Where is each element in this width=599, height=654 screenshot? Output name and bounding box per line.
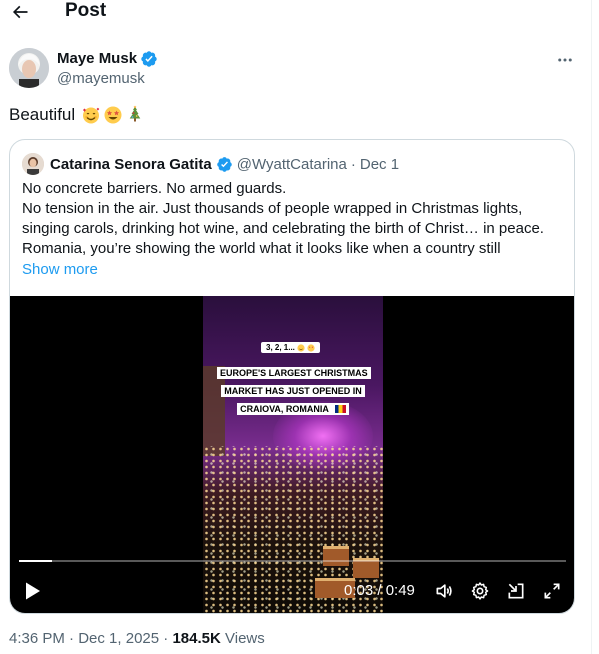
- volume-button[interactable]: [433, 580, 455, 602]
- author-name[interactable]: Maye Musk: [57, 49, 137, 69]
- verified-badge-icon: [141, 51, 157, 67]
- play-button[interactable]: [22, 580, 44, 602]
- countdown-text: 3, 2, 1...: [266, 343, 295, 352]
- post-text-content: Beautiful: [9, 105, 76, 124]
- quoted-text-line: No concrete barriers. No armed guards.: [22, 180, 287, 197]
- video-player[interactable]: 3, 2, 1... EUROPE'S LARGEST CHRISTMAS MA…: [10, 296, 574, 613]
- quoted-post[interactable]: Catarina Senora Gatita @WyattCatarina · …: [9, 139, 575, 614]
- verified-badge-icon: [216, 156, 232, 172]
- views-label: Views: [225, 630, 265, 647]
- market-booth: [323, 546, 349, 566]
- show-more-link[interactable]: Show more: [22, 260, 98, 280]
- settings-button[interactable]: [469, 580, 491, 602]
- column-divider: [591, 0, 592, 654]
- more-options-button[interactable]: [553, 50, 577, 70]
- video-frame: 3, 2, 1... EUROPE'S LARGEST CHRISTMAS MA…: [203, 296, 383, 613]
- video-countdown-sticker: 3, 2, 1...: [261, 342, 320, 353]
- separator-dot: ·: [163, 630, 169, 647]
- video-progress-bar[interactable]: [19, 560, 566, 562]
- video-progress-fill: [19, 560, 52, 562]
- quoted-post-date[interactable]: Dec 1: [360, 156, 399, 173]
- author-handle[interactable]: @mayemusk: [57, 69, 145, 89]
- quoted-post-header: Catarina Senora Gatita @WyattCatarina · …: [22, 153, 399, 175]
- smile-emoji-icon: [297, 343, 305, 352]
- post-header: Post: [0, 0, 591, 26]
- avatar[interactable]: [9, 48, 49, 88]
- post-date[interactable]: Dec 1, 2025: [78, 630, 159, 647]
- christmas-tree-icon: [129, 105, 141, 122]
- avatar-image: [9, 48, 49, 88]
- pip-icon: [508, 583, 524, 599]
- more-horizontal-icon: [558, 58, 572, 62]
- fullscreen-icon: [544, 583, 560, 599]
- author-name-row[interactable]: Maye Musk: [57, 49, 158, 69]
- star-struck-icon: [104, 106, 122, 124]
- separator-dot: ·: [69, 630, 75, 647]
- video-caption: EUROPE'S LARGEST CHRISTMAS MARKET HAS JU…: [217, 363, 371, 417]
- post-time[interactable]: 4:36 PM: [9, 630, 65, 647]
- separator-dot: ·: [350, 155, 356, 173]
- play-icon: [26, 582, 40, 600]
- romania-flag-icon: [334, 405, 346, 413]
- quoted-author-name[interactable]: Catarina Senora Gatita: [50, 156, 212, 173]
- volume-icon: [436, 584, 452, 598]
- quoted-avatar-image: [22, 153, 44, 175]
- fullscreen-button[interactable]: [541, 580, 563, 602]
- arrow-left-icon: [12, 5, 28, 19]
- quoted-text-line: No tension in the air. Just thousands of…: [22, 200, 523, 217]
- page-title: Post: [65, 0, 107, 21]
- smiling-face-with-hearts-icon: [83, 107, 100, 124]
- quoted-author-handle[interactable]: @WyattCatarina: [237, 156, 347, 173]
- video-time: 0:03 / 0:49: [344, 582, 415, 599]
- quoted-text-line: singing carols, drinking hot wine, and c…: [22, 220, 544, 237]
- post-text: Beautiful: [9, 104, 145, 126]
- views-count: 184.5K: [172, 630, 221, 647]
- back-button[interactable]: [8, 0, 32, 24]
- quoted-avatar[interactable]: [22, 153, 44, 175]
- hearts-emoji-icon: [307, 343, 315, 352]
- post-metadata: 4:36 PM · Dec 1, 2025 · 184.5K Views: [9, 629, 265, 649]
- picture-in-picture-button[interactable]: [505, 580, 527, 602]
- post-emojis: [81, 105, 145, 125]
- quoted-post-text: No concrete barriers. No armed guards. N…: [22, 179, 567, 259]
- gear-icon: [471, 582, 489, 600]
- quoted-text-line: Romania, you’re showing the world what i…: [22, 240, 501, 257]
